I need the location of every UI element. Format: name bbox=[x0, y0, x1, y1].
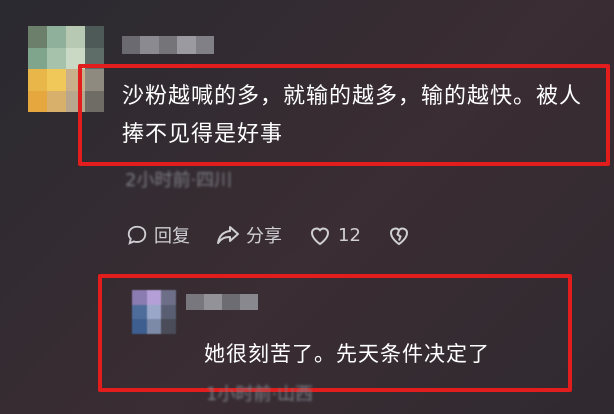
like-button[interactable]: 12 bbox=[308, 224, 361, 246]
reply-timestamp-location: 1小时前·山西 bbox=[206, 384, 314, 405]
comment-text: 沙粉越喊的多，就输的越多，输的越快。被人捧不见得是好事 bbox=[122, 84, 583, 147]
comment-timestamp-location: 2小时前·四川 bbox=[125, 170, 233, 191]
share-arrow-icon bbox=[217, 226, 239, 244]
comment-actions: 回复 分享 12 bbox=[126, 222, 417, 248]
broken-heart-icon bbox=[389, 227, 408, 246]
reply-label: 回复 bbox=[154, 226, 190, 247]
reply-button[interactable]: 回复 bbox=[126, 222, 190, 248]
heart-icon bbox=[310, 227, 330, 246]
share-button[interactable]: 分享 bbox=[216, 222, 282, 248]
comment-bubble-icon bbox=[127, 225, 147, 245]
reply-avatar[interactable] bbox=[132, 290, 176, 334]
dislike-button[interactable] bbox=[387, 224, 417, 246]
comment-screenshot: 沙粉越喊的多，就输的越多，输的越快。被人捧不见得是好事 2小时前·四川 回复 分… bbox=[0, 0, 614, 414]
username-mosaic[interactable] bbox=[122, 36, 215, 54]
like-count: 12 bbox=[338, 224, 361, 246]
reply-username-mosaic[interactable] bbox=[186, 294, 258, 310]
share-label: 分享 bbox=[246, 226, 282, 247]
reply-text: 她很刻苦了。先天条件决定了 bbox=[204, 342, 490, 366]
